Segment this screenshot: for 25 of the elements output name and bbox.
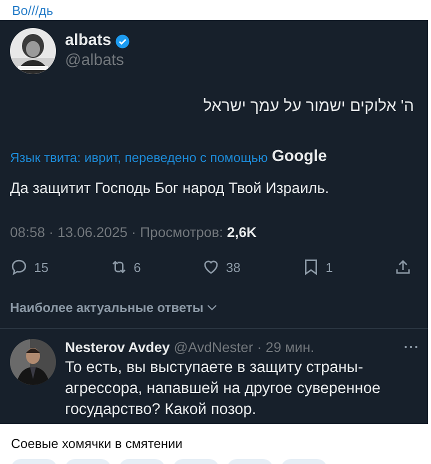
translated-text: Да защитит Господь Бог народ Твой Израиль.	[10, 180, 330, 197]
action-count: 1	[326, 260, 333, 274]
action-count: 15	[34, 260, 48, 274]
reply-author-name[interactable]: Nesterov Avdey	[65, 339, 170, 355]
post-caption: Соевые хомячки в смятении	[11, 436, 183, 451]
translator-name: Google	[272, 148, 327, 166]
author-handle[interactable]: @albats	[65, 52, 130, 70]
tweet-text: ה' אלוקים ישמור על עמך ישראל	[203, 98, 414, 115]
action-count: 38	[226, 260, 240, 274]
reply-time: · 29 мин.	[257, 339, 314, 355]
heart-icon[interactable]	[202, 258, 220, 276]
translation-note[interactable]: Язык твита: иврит, переведено с помощью	[10, 150, 268, 164]
reply-icon[interactable]	[10, 258, 28, 276]
channel-link[interactable]: Во///дь	[12, 2, 54, 18]
tweet-date: 08:58 · 13.06.2025 · Просмотров:	[10, 224, 224, 240]
view-count: 2,6K	[227, 224, 257, 240]
chevron-down-icon[interactable]	[206, 304, 217, 311]
reply-text: То есть, вы выступаете в защиту страны-агрессора, напавшей на другое суверенное государство? Какой позор.	[65, 358, 382, 420]
more-icon[interactable]	[404, 345, 418, 349]
share-icon[interactable]	[394, 258, 412, 276]
reply-author-handle[interactable]: @AvdNester	[174, 339, 254, 355]
replies-sort-label[interactable]: Наиболее актуальные ответы	[10, 300, 204, 315]
author-name[interactable]: albats	[65, 32, 112, 50]
repost-icon[interactable]	[110, 258, 128, 276]
action-count: 6	[134, 260, 141, 274]
